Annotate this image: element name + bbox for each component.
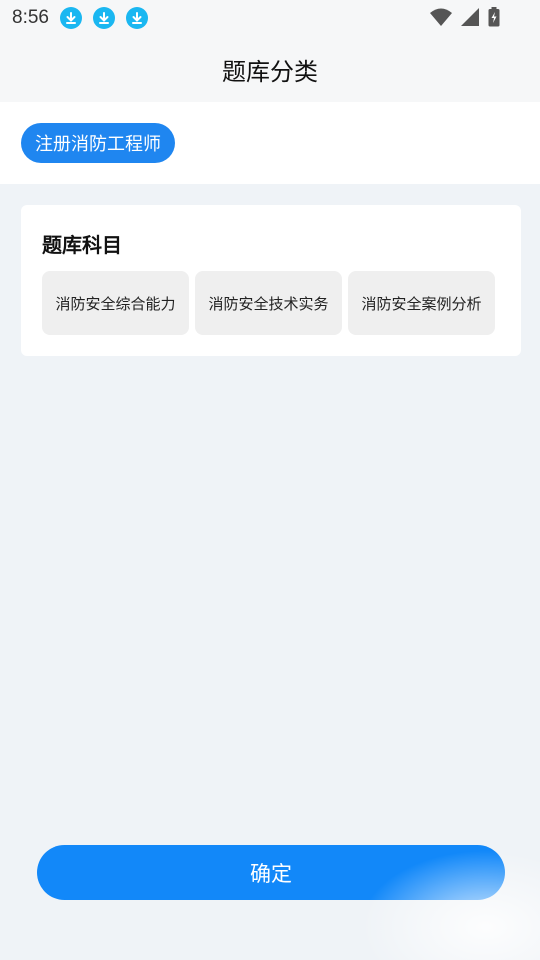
subject-option[interactable]: 消防安全案例分析 bbox=[348, 271, 495, 335]
page-title: 题库分类 bbox=[222, 57, 318, 86]
confirm-button[interactable]: 确定 bbox=[37, 845, 505, 900]
wifi-icon bbox=[430, 7, 452, 31]
status-time: 8:56 bbox=[12, 7, 49, 28]
download-icon bbox=[125, 7, 148, 29]
subject-option[interactable]: 消防安全综合能力 bbox=[42, 271, 189, 335]
title-bar: 题库分类 bbox=[0, 36, 540, 102]
download-icon bbox=[92, 7, 115, 29]
subject-card-title: 题库科目 bbox=[42, 233, 122, 257]
category-bar: 注册消防工程师 bbox=[0, 102, 540, 184]
subject-option-label: 消防安全综合能力 bbox=[55, 294, 176, 313]
status-icons bbox=[430, 7, 500, 31]
subject-card: 题库科目 消防安全综合能力 消防安全技术实务 消防安全案例分析 bbox=[21, 205, 521, 356]
subject-option[interactable]: 消防安全技术实务 bbox=[195, 271, 342, 335]
download-icon bbox=[59, 7, 82, 29]
subject-option-label: 消防安全技术实务 bbox=[208, 294, 329, 313]
status-bar: 8:56 bbox=[0, 0, 540, 36]
category-chip-label: 注册消防工程师 bbox=[35, 134, 161, 155]
subject-list: 消防安全综合能力 消防安全技术实务 消防安全案例分析 bbox=[42, 271, 495, 335]
battery-charging-icon bbox=[488, 7, 500, 31]
signal-icon bbox=[460, 7, 480, 31]
subject-option-label: 消防安全案例分析 bbox=[361, 294, 482, 313]
category-chip-fire-engineer[interactable]: 注册消防工程师 bbox=[21, 123, 175, 163]
confirm-button-label: 确定 bbox=[250, 861, 292, 886]
